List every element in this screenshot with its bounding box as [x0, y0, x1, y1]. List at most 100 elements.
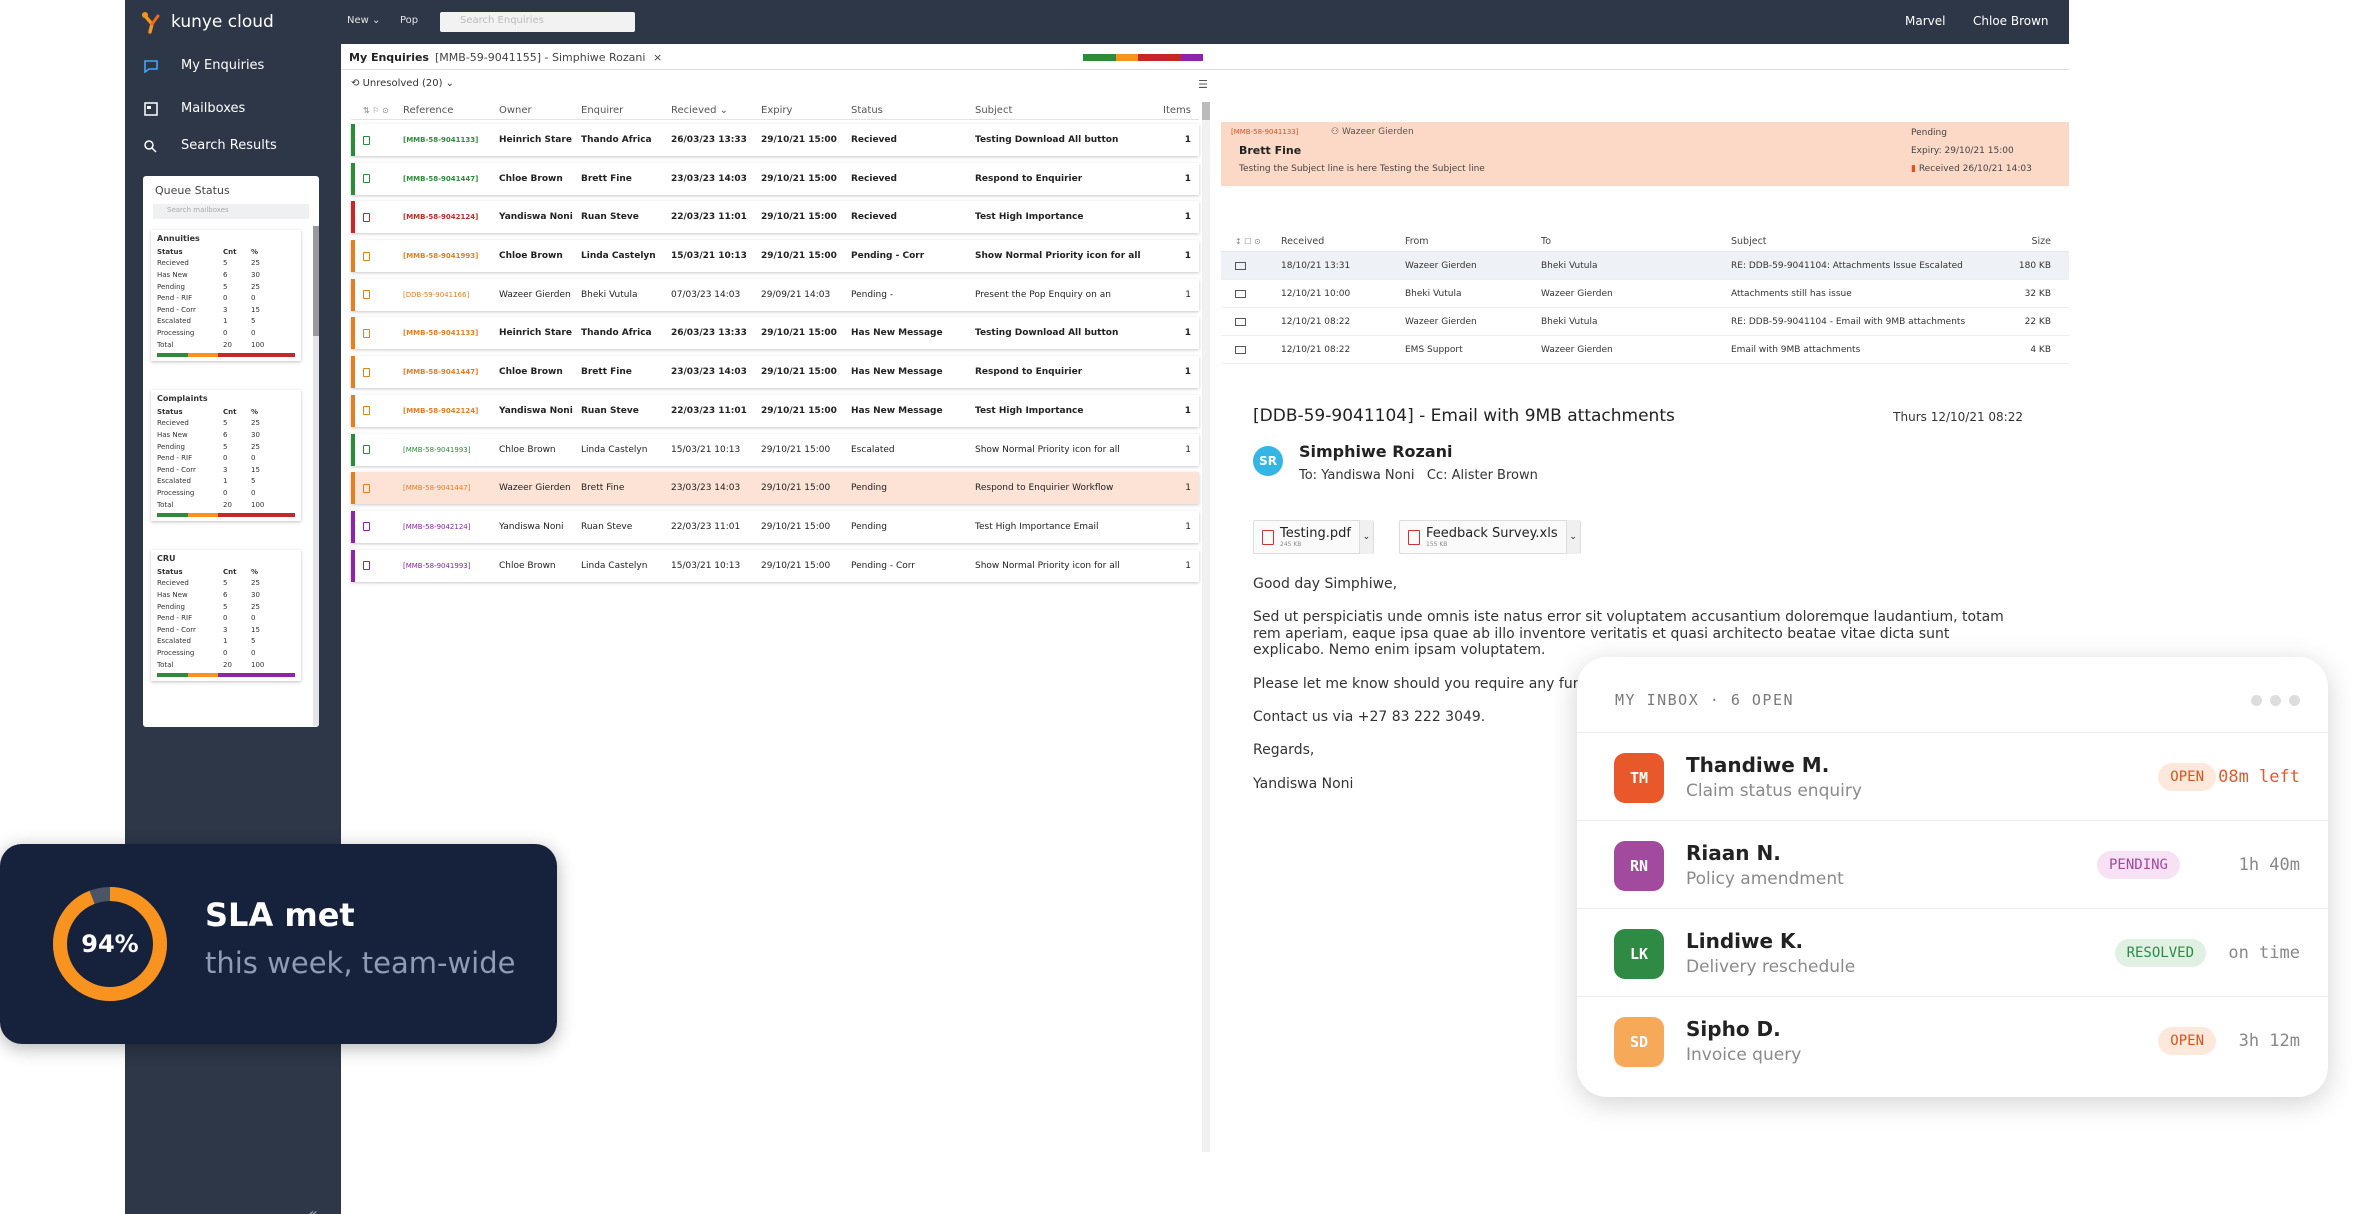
table-row[interactable]: [MMB-58-9041993] Chloe Brown Linda Castely… — [351, 433, 1199, 466]
attachment-dropdown[interactable]: ⌄ — [1358, 520, 1373, 554]
queue-row[interactable]: Pend - RIF 0 0 — [157, 292, 295, 304]
col-enquirer[interactable]: Enquirer — [581, 105, 671, 116]
queue-cell: Has New — [157, 270, 188, 279]
logo[interactable]: kunye cloud — [139, 10, 274, 34]
queue-row[interactable]: Pend - RIF 0 0 — [157, 452, 295, 464]
inbox-item[interactable]: TM Thandiwe M. Claim status enquiry OPEN 08m… — [1577, 732, 2328, 820]
document-icon — [363, 522, 370, 532]
queue-row[interactable]: Pend - Corr 3 15 — [157, 464, 295, 476]
queue-row[interactable]: Recieved 5 25 — [157, 258, 295, 270]
mail-col-received[interactable]: Received — [1281, 236, 1405, 247]
queue-card[interactable]: Complaints Status Cnt% Recieved 5 25 Has New 6 3… — [151, 390, 301, 522]
queue-row[interactable]: Processing 0 0 — [157, 647, 295, 659]
queue-cell: Escalated — [157, 477, 191, 486]
queue-row[interactable]: Recieved 5 25 — [157, 578, 295, 590]
mail-row[interactable]: 12/10/21 10:00 Bheki Vutula Wazeer Gierden… — [1221, 280, 2069, 308]
time-remaining: 08m left — [2218, 767, 2300, 787]
document-icon — [363, 483, 370, 493]
scroll-thumb[interactable] — [1202, 102, 1210, 120]
nav-search-results[interactable]: Search Results — [143, 138, 277, 153]
queue-row[interactable]: Total 20 100 — [157, 499, 295, 511]
queue-row[interactable]: Total 20 100 — [157, 339, 295, 351]
table-row[interactable]: [DDB-59-9041166] Wazeer Gierden Bheki Vutu… — [351, 278, 1199, 311]
table-row[interactable]: [MMB-58-9041447] Chloe Brown Brett Fine 23/… — [351, 162, 1199, 195]
col-status[interactable]: Status — [851, 105, 975, 116]
queue-card[interactable]: CRU Status Cnt% Recieved 5 25 Has New 6 30 Pendin… — [151, 550, 301, 682]
queue-search-input[interactable]: Search mailboxes — [153, 204, 309, 219]
table-row[interactable]: [MMB-58-9041447] Wazeer Gierden Brett Fine… — [351, 472, 1199, 505]
user-menu[interactable]: Chloe Brown — [1973, 14, 2049, 28]
menu-icon[interactable]: ☰ — [1198, 78, 1208, 91]
inbox-item[interactable]: LK Lindiwe K. Delivery reschedule RESOLVED o… — [1577, 908, 2328, 996]
col-expiry[interactable]: Expiry — [761, 105, 851, 116]
attachment-pdf[interactable]: Testing.pdf 245 KB ⌄ — [1253, 520, 1374, 554]
org-name[interactable]: Marvel — [1905, 14, 1945, 28]
mail-row[interactable]: 12/10/21 08:22 Wazeer Gierden Bheki Vutula… — [1221, 308, 2069, 336]
mail-row-icons — [1221, 317, 1281, 326]
queue-card[interactable]: Annuities Status Cnt% Recieved 5 25 Has New 6 30… — [151, 230, 301, 362]
collapse-sidebar-icon[interactable]: « — [308, 1204, 318, 1214]
table-row[interactable]: [MMB-58-9042124] Yandiswa Noni Ruan Steve 2… — [351, 201, 1199, 234]
queue-row[interactable]: Recieved 5 25 — [157, 418, 295, 430]
grid-scrollbar[interactable] — [1202, 102, 1210, 1152]
col-reference[interactable]: Reference — [403, 105, 499, 116]
queue-row[interactable]: Processing 0 0 — [157, 487, 295, 499]
scroll-thumb[interactable] — [313, 226, 319, 336]
queue-scrollbar[interactable] — [313, 226, 319, 726]
queue-row[interactable]: Has New 6 30 — [157, 589, 295, 601]
col-subject[interactable]: Subject — [975, 105, 1153, 116]
mail-row[interactable]: 18/10/21 13:31 Wazeer Gierden Bheki Vutula… — [1221, 252, 2069, 280]
queue-card-header: Status Cnt% — [157, 246, 295, 258]
queue-row[interactable]: Escalated 1 5 — [157, 636, 295, 648]
queue-row[interactable]: Pend - Corr 3 15 — [157, 304, 295, 316]
tab-my-enquiries[interactable]: My Enquiries — [349, 51, 429, 64]
queue-row[interactable]: Pending 5 25 — [157, 441, 295, 453]
nav-mailboxes[interactable]: Mailboxes — [143, 101, 245, 116]
mail-row[interactable]: 12/10/21 08:22 EMS Support Wazeer Gierden E… — [1221, 336, 2069, 364]
table-row[interactable]: [MMB-58-9041993] Chloe Brown Linda Castely… — [351, 549, 1199, 582]
queue-row[interactable]: Has New 6 30 — [157, 269, 295, 281]
inbox-item[interactable]: SD Sipho D. Invoice query OPEN 3h 12m — [1577, 996, 2328, 1084]
nav-my-enquiries[interactable]: My Enquiries — [143, 58, 264, 73]
queue-cell: Pending — [157, 602, 185, 611]
attachment-dropdown[interactable]: ⌄ — [1565, 520, 1580, 554]
filter-dropdown[interactable]: ⟲ Unresolved (20) ⌄ — [351, 78, 454, 89]
inbox-item[interactable]: RN Riaan N. Policy amendment PENDING 1h 40m — [1577, 820, 2328, 908]
cell-received: 23/03/23 14:03 — [671, 483, 741, 494]
col-received[interactable]: Recieved ⌄ — [671, 105, 761, 116]
table-row[interactable]: [MMB-58-9042124] Yandiswa Noni Ruan Steve 2… — [351, 394, 1199, 427]
col-owner[interactable]: Owner — [499, 105, 581, 116]
avatar: RN — [1614, 841, 1664, 891]
sender-avatar: SR — [1253, 446, 1283, 476]
mail-col-to[interactable]: To — [1541, 236, 1731, 247]
status-badge: OPEN — [2158, 763, 2216, 791]
queue-row[interactable]: Total 20 100 — [157, 659, 295, 671]
queue-row[interactable]: Pend - RIF 0 0 — [157, 612, 295, 624]
document-icon — [363, 174, 370, 184]
queue-row[interactable]: Pending 5 25 — [157, 281, 295, 293]
table-row[interactable]: [MMB-58-9041447] Chloe Brown Brett Fine 23/… — [351, 356, 1199, 389]
queue-row[interactable]: Pending 5 25 — [157, 601, 295, 613]
table-row[interactable]: [MMB-58-9041133] Heinrich Stare Thando Afr… — [351, 124, 1199, 156]
table-row[interactable]: [MMB-58-9041993] Chloe Brown Linda Castely… — [351, 240, 1199, 273]
tab-enquiry-open[interactable]: [MMB-59-9041155] - Simphiwe Rozani × — [435, 51, 662, 64]
email-regards: Regards, — [1253, 742, 1315, 758]
table-row[interactable]: [MMB-58-9041133] Heinrich Stare Thando Afr… — [351, 317, 1199, 350]
col-items[interactable]: Items — [1153, 105, 1191, 116]
queue-row[interactable]: Pend - Corr 3 15 — [157, 624, 295, 636]
queue-row[interactable]: Escalated 1 5 — [157, 316, 295, 328]
queue-row[interactable]: Processing 0 0 — [157, 327, 295, 339]
mail-col-size[interactable]: Size — [2011, 236, 2051, 247]
cell-expiry: 29/10/21 15:00 — [761, 405, 837, 416]
queue-row[interactable]: Has New 6 30 — [157, 429, 295, 441]
queue-row[interactable]: Escalated 1 5 — [157, 476, 295, 488]
close-tab-icon[interactable]: × — [653, 51, 662, 64]
table-row[interactable]: [MMB-58-9042124] Yandiswa Noni Ruan Steve 2… — [351, 510, 1199, 543]
mail-col-subject[interactable]: Subject — [1731, 236, 2011, 247]
queue-cell: Escalated — [157, 637, 191, 646]
attachment-xls[interactable]: Feedback Survey.xls 155 KB ⌄ — [1399, 520, 1581, 554]
mail-col-from[interactable]: From — [1405, 236, 1541, 247]
new-menu[interactable]: New ⌄ — [347, 15, 380, 26]
pop-button[interactable]: Pop — [400, 15, 418, 26]
search-input[interactable]: Search Enquiries — [440, 12, 635, 32]
